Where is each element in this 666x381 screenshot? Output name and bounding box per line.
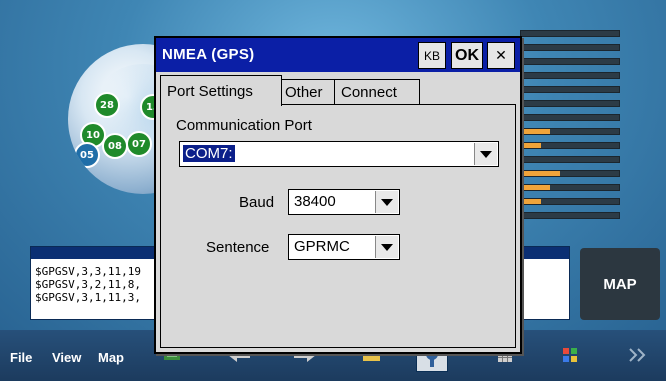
signal-bar xyxy=(520,44,620,51)
signal-bar xyxy=(520,142,620,149)
tiles-icon[interactable] xyxy=(563,348,577,362)
satellite-marker: 05 xyxy=(74,142,100,168)
menu-map[interactable]: Map xyxy=(98,350,124,365)
signal-bar xyxy=(520,156,620,163)
signal-bar xyxy=(520,86,620,93)
signal-bar xyxy=(520,128,620,135)
menu-file[interactable]: File xyxy=(10,350,32,365)
satellite-marker: 08 xyxy=(102,133,128,159)
signal-bar xyxy=(520,30,620,37)
tab-connect[interactable]: Connect xyxy=(334,79,420,104)
sentence-label: Sentence xyxy=(206,239,270,256)
signal-bar xyxy=(520,100,620,107)
close-button[interactable]: ✕ xyxy=(487,42,515,69)
baud-value: 38400 xyxy=(294,193,336,210)
chevron-down-icon[interactable] xyxy=(375,236,398,258)
signal-bar xyxy=(520,170,620,177)
dialog-titlebar: NMEA (GPS) KB OK ✕ xyxy=(156,38,520,72)
tab-port-settings[interactable]: Port Settings xyxy=(160,75,282,106)
communication-port-select[interactable]: COM7: xyxy=(179,141,499,167)
ok-button[interactable]: OK xyxy=(451,42,483,69)
nmea-gps-dialog: NMEA (GPS) KB OK ✕ Port Settings Other C… xyxy=(154,36,522,354)
port-settings-panel: Communication Port COM7: Baud 38400 Sent… xyxy=(160,104,516,348)
close-icon: ✕ xyxy=(495,47,507,63)
communication-port-value: COM7: xyxy=(182,144,236,163)
sentence-select[interactable]: GPRMC xyxy=(288,234,400,260)
signal-bar xyxy=(520,114,620,121)
dialog-title: NMEA (GPS) xyxy=(162,46,255,63)
satellite-marker: 28 xyxy=(94,92,120,118)
tab-strip: Port Settings Other Connect xyxy=(160,75,516,106)
tab-label: Other xyxy=(285,83,323,101)
menu-view[interactable]: View xyxy=(52,350,81,365)
baud-select[interactable]: 38400 xyxy=(288,189,400,215)
tab-label: Connect xyxy=(341,83,397,101)
tab-label: Port Settings xyxy=(167,82,253,100)
signal-bar xyxy=(520,72,620,79)
signal-bar xyxy=(520,58,620,65)
satellite-marker: 07 xyxy=(126,131,152,157)
sentence-value: GPRMC xyxy=(294,238,350,255)
signal-bar xyxy=(520,212,620,219)
signal-bar xyxy=(520,198,620,205)
chevron-down-icon[interactable] xyxy=(375,191,398,213)
communication-port-label: Communication Port xyxy=(176,117,312,134)
signal-strength-bars xyxy=(520,30,620,226)
chevron-down-icon[interactable] xyxy=(474,143,497,165)
map-button[interactable]: MAP xyxy=(580,248,660,320)
signal-bar xyxy=(520,184,620,191)
keyboard-button[interactable]: KB xyxy=(418,42,446,69)
baud-label: Baud xyxy=(239,194,275,211)
more-icon[interactable] xyxy=(628,348,648,362)
tab-other[interactable]: Other xyxy=(278,79,336,104)
